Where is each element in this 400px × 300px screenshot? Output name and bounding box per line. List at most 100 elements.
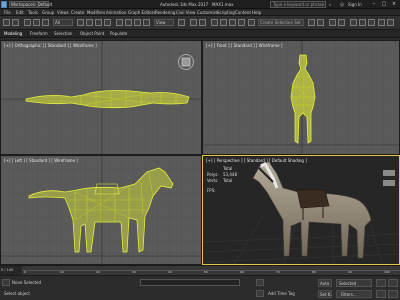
add-time-tag[interactable]: Add Time Tag <box>268 291 295 296</box>
move-icon[interactable] <box>116 19 123 26</box>
render-teapot-icon[interactable] <box>387 19 394 26</box>
menu-item[interactable]: Tools <box>28 10 38 15</box>
reference-coordinate-dropdown[interactable]: View <box>154 19 174 26</box>
auto-key-label: Auto <box>320 281 330 286</box>
percent-snap-icon[interactable] <box>229 19 236 26</box>
coordinate-fields[interactable] <box>140 279 240 286</box>
select-manipulate-icon[interactable] <box>190 19 197 26</box>
selection-filter-dropdown[interactable]: All <box>53 19 73 26</box>
menu-item[interactable]: Content <box>235 10 251 15</box>
edit-named-selection-icon[interactable] <box>248 19 255 26</box>
viewport-left[interactable]: [+] [ Left ] [ Standard ] [ Wireframe ] <box>0 155 202 265</box>
undo-icon[interactable] <box>3 19 10 26</box>
maximize-viewport-icon[interactable] <box>388 290 398 298</box>
menu-item[interactable]: Graph Editors <box>128 10 155 15</box>
viewport-label[interactable]: [+] [ Left ] [ Standard ] [ Wireframe ] <box>4 158 78 163</box>
curve-editor-icon[interactable] <box>350 19 357 26</box>
window-crossing-icon[interactable] <box>104 19 111 26</box>
rotate-icon[interactable] <box>125 19 132 26</box>
menu-item[interactable]: Edit <box>16 10 24 15</box>
rectangle-selection-icon[interactable] <box>95 19 102 26</box>
time-slider-trackbar[interactable]: 0 / 100 0 10 20 30 40 50 60 70 80 90 100 <box>0 265 400 275</box>
tab-modeling[interactable]: Modeling <box>4 31 22 36</box>
tab-selection[interactable]: Selection <box>54 31 72 36</box>
nav-widget-icon[interactable] <box>383 180 395 186</box>
menu-item[interactable]: Animation <box>106 10 126 15</box>
maximize-button[interactable]: □ <box>380 1 388 8</box>
horse-wireframe-top <box>25 90 190 109</box>
tab-freeform[interactable]: Freeform <box>30 31 48 36</box>
lock-icon[interactable] <box>256 279 264 286</box>
mirror-icon[interactable] <box>308 19 315 26</box>
viewport-front[interactable]: [+] [ Front ] [ Standard ] [ Wireframe ] <box>202 40 400 155</box>
maxscript-listener-icon[interactable] <box>2 279 10 286</box>
tab-populate[interactable]: Populate <box>110 31 127 36</box>
menu-item[interactable]: Scripting <box>217 10 235 15</box>
auto-key-button[interactable]: Auto <box>318 279 332 287</box>
zoom-extents-icon[interactable] <box>376 290 386 298</box>
time-tag-icon[interactable] <box>256 290 264 297</box>
menu-item[interactable]: Group <box>42 10 54 15</box>
selection-status: None Selected <box>12 280 42 285</box>
select-object-icon[interactable] <box>77 19 84 26</box>
ribbon-tabs: Modeling Freeform Selection Object Paint… <box>0 30 400 38</box>
pivot-center-icon[interactable] <box>178 19 185 26</box>
frame-counter: 0 / 100 <box>1 268 14 272</box>
material-editor-icon[interactable] <box>368 19 375 26</box>
keyboard-shortcut-icon[interactable] <box>199 19 206 26</box>
viewport-perspective[interactable]: [+] [ Perspective ] [ Standard ] [ Defau… <box>202 155 400 265</box>
menu-item[interactable]: Modifiers <box>87 10 105 15</box>
spinner-snap-icon[interactable] <box>238 19 245 26</box>
nav-widget-icon[interactable] <box>383 170 395 176</box>
tab-object-paint[interactable]: Object Paint <box>80 31 104 36</box>
search-box[interactable]: Type a keyword or phrase <box>270 1 326 8</box>
viewcube-icon[interactable] <box>177 53 195 71</box>
bind-space-warp-icon[interactable] <box>42 19 49 26</box>
select-by-name-icon[interactable] <box>86 19 93 26</box>
render-setup-icon[interactable] <box>378 19 385 26</box>
named-selection-set-value: Create Selection Set <box>260 20 301 25</box>
user-icon[interactable]: ☺ <box>340 2 344 7</box>
named-selection-set-dropdown[interactable]: Create Selection Set <box>258 19 304 26</box>
viewport-label[interactable]: [+] [ Orthographic ] [ Standard ] [ Wire… <box>4 43 97 48</box>
place-icon[interactable] <box>143 19 150 26</box>
set-key-button[interactable]: Set K. <box>318 290 332 298</box>
layer-explorer-icon[interactable] <box>338 19 345 26</box>
status-bar: None Selected Select object Add Time Tag… <box>0 275 400 300</box>
align-icon[interactable] <box>317 19 324 26</box>
close-button[interactable]: × <box>390 1 398 8</box>
key-mode-dropdown[interactable]: Selected <box>336 279 372 287</box>
stats-title: Total <box>223 166 233 171</box>
angle-snap-icon[interactable] <box>220 19 227 26</box>
menu-item[interactable]: File <box>4 10 11 15</box>
menu-item[interactable]: Create <box>71 10 84 15</box>
viewport-label[interactable]: [+] [ Front ] [ Standard ] [ Wireframe ] <box>206 43 282 48</box>
search-icon[interactable]: ⌕ <box>329 2 331 7</box>
menu-item[interactable]: Views <box>57 10 69 15</box>
title-bar: Workspaces: Default Autodesk 3ds Max 201… <box>0 0 400 9</box>
prompt-line: Select object <box>4 291 30 296</box>
viewport-top[interactable]: [+] [ Orthographic ] [ Standard ] [ Wire… <box>0 40 202 155</box>
redo-icon[interactable] <box>12 19 19 26</box>
menu-item[interactable]: Help <box>252 10 261 15</box>
menu-item[interactable]: Customize <box>197 10 218 15</box>
schematic-view-icon[interactable] <box>359 19 366 26</box>
key-mode-value: Selected <box>339 281 357 286</box>
sign-in-link[interactable]: Sign In <box>348 2 362 7</box>
key-filters-button[interactable]: Filters... <box>336 290 372 298</box>
link-icon[interactable] <box>24 19 31 26</box>
time-slider-handle[interactable]: 0 / 100 <box>0 266 22 275</box>
menu-item[interactable]: Rendering <box>155 10 175 15</box>
unlink-icon[interactable] <box>33 19 40 26</box>
minimize-button[interactable]: – <box>370 1 378 8</box>
menu-bar: File Edit Tools Group Views Create Modif… <box>0 9 400 16</box>
scene-explorer-icon[interactable] <box>329 19 336 26</box>
next-frame-icon[interactable] <box>388 279 398 287</box>
play-icon[interactable] <box>376 279 386 287</box>
app-logo-icon[interactable] <box>1 1 7 8</box>
scale-icon[interactable] <box>134 19 141 26</box>
workspace-dropdown[interactable]: Workspaces: Default <box>9 1 52 8</box>
snaps-toggle-icon[interactable] <box>211 19 218 26</box>
viewport-label[interactable]: [+] [ Perspective ] [ Standard ] [ Defau… <box>206 158 307 163</box>
menu-item[interactable]: Civil View <box>176 10 195 15</box>
